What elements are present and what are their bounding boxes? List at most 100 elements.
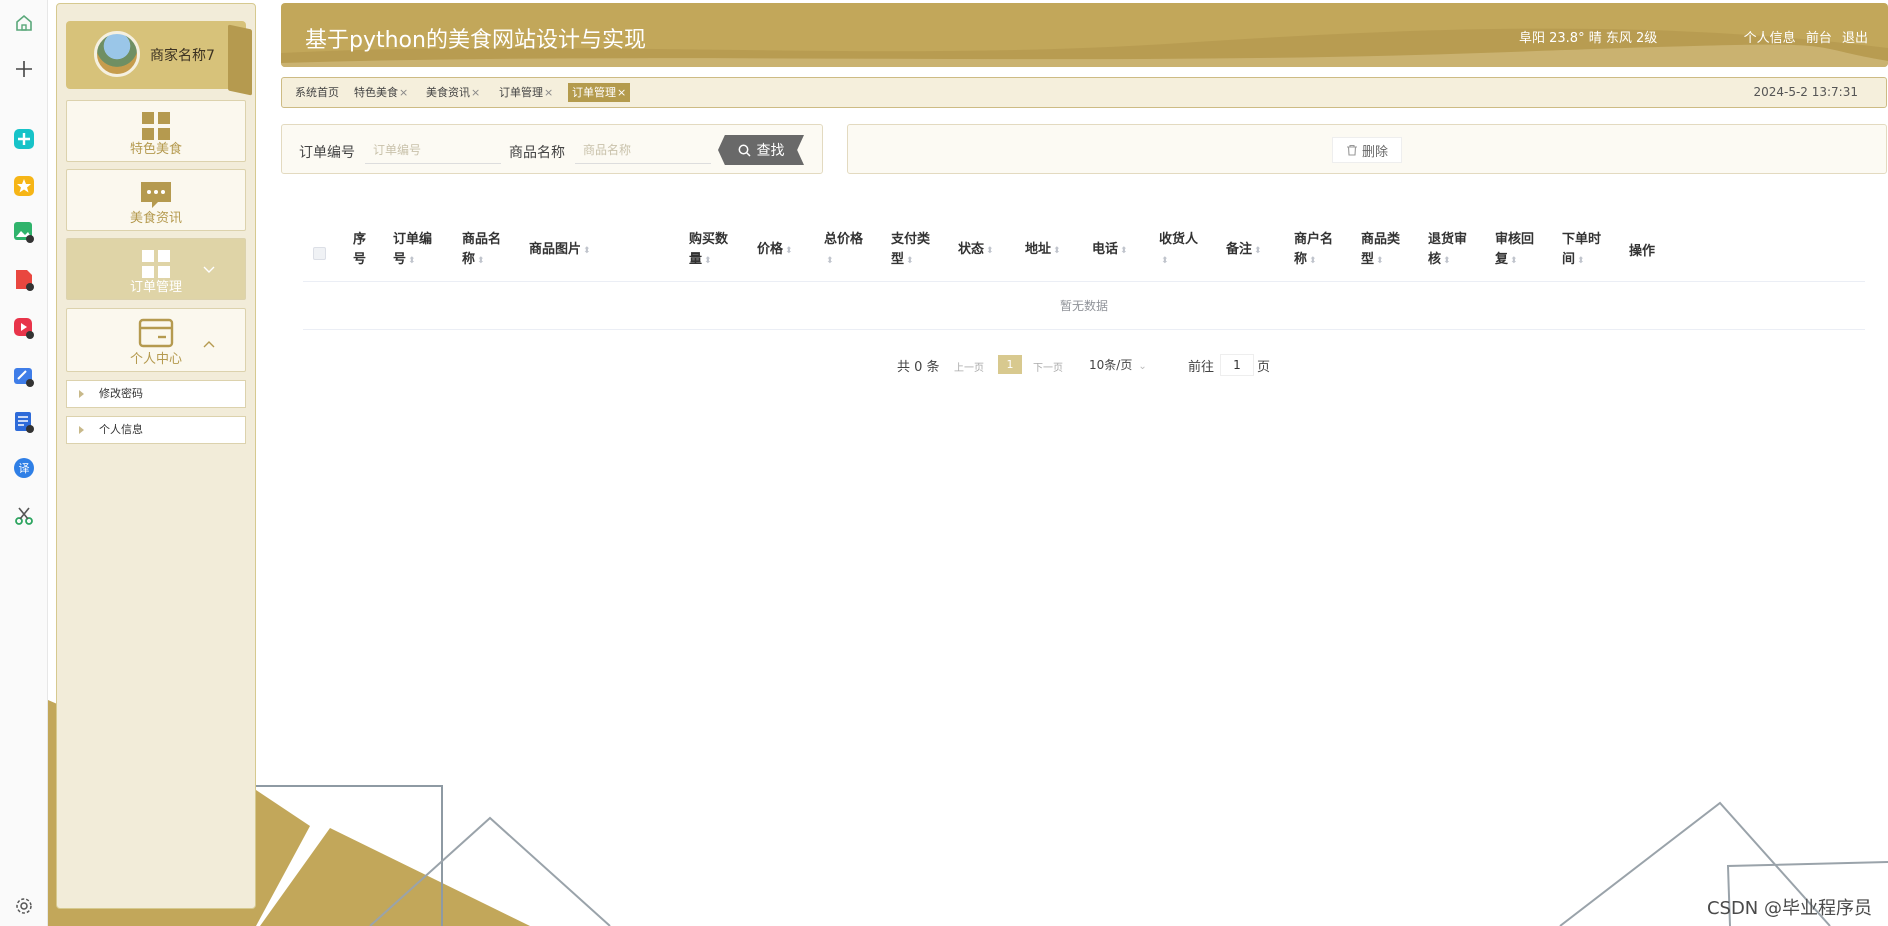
column-header-remark[interactable]: 备注 ⬍ [1226,240,1262,261]
pagination-prev-button[interactable]: 上一页 [954,359,984,379]
sidebar-item-order-management[interactable]: 订单管理 [66,238,246,300]
select-all-checkbox[interactable] [313,247,326,260]
sort-icon[interactable]: ⬍ [906,256,914,266]
column-header-payment-type[interactable]: 支付类 型 ⬍ [891,230,930,271]
tab-food-news[interactable]: 美食资讯× [422,83,484,102]
home-icon[interactable] [12,11,36,35]
video-ai-icon[interactable] [12,316,36,340]
search-panel: 订单编号 商品名称 查找 [281,124,823,174]
table-header: 序 号 订单编 号 ⬍ 商品名 称 ⬍ 商品图片 ⬍ 购买数 量 ⬍ 价格 ⬍ 总价格 ⬍… [303,220,1865,282]
sort-icon[interactable]: ⬍ [1577,256,1585,266]
column-header-address[interactable]: 地址 ⬍ [1025,240,1061,261]
link-logout[interactable]: 退出 [1842,31,1868,46]
sidebar-item-food-news[interactable]: 美食资讯 [66,169,246,231]
tab-label: 美食资讯 [426,86,470,99]
column-header-line: 商品图片 [529,242,582,257]
pagination-page-size-select[interactable]: 10条/页 ⌄ [1089,356,1147,376]
column-header-line: 型 [1361,252,1375,267]
chat-bubble-icon [141,182,171,208]
search-button[interactable]: 查找 [718,135,804,165]
tabs-bar: 系统首页 特色美食× 美食资讯× 订单管理× 订单管理× 2024-5-2 13… [281,77,1887,108]
sort-icon[interactable]: ⬍ [826,256,834,266]
sidebar-item-personal-center[interactable]: 个人中心 [66,308,246,372]
sort-icon[interactable]: ⬍ [986,246,994,256]
column-header-order-no[interactable]: 订单编 号 ⬍ [393,230,432,271]
app-teal-icon[interactable] [12,127,36,151]
pagination-next-button[interactable]: 下一页 [1033,359,1063,379]
pdf-ai-icon[interactable] [12,268,36,292]
orders-table: 序 号 订单编 号 ⬍ 商品名 称 ⬍ 商品图片 ⬍ 购买数 量 ⬍ 价格 ⬍ 总价格 ⬍… [303,220,1865,332]
sort-icon[interactable]: ⬍ [1120,246,1128,256]
sort-icon[interactable]: ⬍ [704,256,712,266]
sidebar-item-featured-food[interactable]: 特色美食 [66,100,246,162]
column-header-review-reply[interactable]: 审核回 复 ⬍ [1495,230,1534,271]
order-no-input[interactable] [365,136,501,164]
column-header-product-name[interactable]: 商品名 称 ⬍ [462,230,501,271]
column-header-line: 审核回 [1495,232,1535,247]
tab-order-management-active[interactable]: 订单管理× [568,83,631,102]
tab-featured-food[interactable]: 特色美食× [350,83,412,102]
close-icon[interactable]: × [399,86,408,99]
header-links: 个人信息 前台 退出 [1738,27,1868,46]
table-empty-row: 暂无数据 [303,282,1865,330]
close-icon[interactable]: × [471,86,480,99]
column-header-status[interactable]: 状态 ⬍ [958,240,994,261]
sort-icon[interactable]: ⬍ [1053,246,1061,256]
column-header-line: 价格 [757,242,784,257]
tab-order-management[interactable]: 订单管理× [495,83,557,102]
sort-icon[interactable]: ⬍ [1376,256,1384,266]
scissors-icon[interactable] [12,504,36,528]
star-icon[interactable] [12,174,36,198]
submenu-change-password[interactable]: 修改密码 [66,380,246,408]
delete-button[interactable]: 删除 [1332,137,1402,163]
sort-icon[interactable]: ⬍ [1161,256,1169,266]
column-header-line: 收货人 [1159,232,1199,247]
column-header-line: 操作 [1629,244,1656,259]
column-header-line: 商品名 [462,232,502,247]
column-header-merchant-name[interactable]: 商户名 称 ⬍ [1294,230,1333,271]
column-header-order-time[interactable]: 下单时 间 ⬍ [1562,230,1601,271]
sort-icon[interactable]: ⬍ [1510,256,1518,266]
column-header-line: 序 [353,232,367,247]
profile-name: 商家名称7 [150,48,215,64]
submenu-personal-info[interactable]: 个人信息 [66,416,246,444]
sort-icon[interactable]: ⬍ [583,246,591,256]
column-header-receiver[interactable]: 收货人 ⬍ [1159,230,1198,271]
sort-icon[interactable]: ⬍ [1443,256,1451,266]
column-header-line: 型 [891,252,905,267]
column-header-line: 商户名 [1294,232,1334,247]
search-button-label: 查找 [756,143,785,159]
tab-home[interactable]: 系统首页 [291,83,343,102]
settings-gear-icon[interactable] [12,894,36,918]
order-no-label: 订单编号 [299,145,355,161]
edit-ai-icon[interactable] [12,364,36,388]
sort-icon[interactable]: ⬍ [408,256,416,266]
link-frontend[interactable]: 前台 [1806,31,1832,46]
doc-ai-icon[interactable] [12,410,36,434]
pagination-page-unit: 页 [1257,360,1271,375]
avatar[interactable] [94,31,140,77]
column-header-product-image[interactable]: 商品图片 ⬍ [529,240,591,261]
image-ai-icon[interactable] [12,220,36,244]
close-icon[interactable]: × [617,86,626,99]
sort-icon[interactable]: ⬍ [1309,256,1317,266]
column-header-price[interactable]: 价格 ⬍ [757,240,793,261]
add-icon[interactable] [12,57,36,81]
sort-icon[interactable]: ⬍ [1254,246,1262,256]
sort-icon[interactable]: ⬍ [477,256,485,266]
column-header-product-type[interactable]: 商品类 型 ⬍ [1361,230,1400,271]
column-header-phone[interactable]: 电话 ⬍ [1092,240,1128,261]
column-header-index: 序 号 [353,230,366,270]
product-name-input[interactable] [575,136,711,164]
sort-icon[interactable]: ⬍ [785,246,793,256]
translate-icon[interactable]: 译 [12,456,36,480]
pagination-goto-input[interactable] [1220,354,1254,376]
column-header-line: 下单时 [1562,232,1602,247]
link-personal-info[interactable]: 个人信息 [1744,31,1796,46]
column-header-total-price[interactable]: 总价格 ⬍ [824,230,863,271]
column-header-quantity[interactable]: 购买数 量 ⬍ [689,230,728,271]
close-icon[interactable]: × [544,86,553,99]
pagination-page-1[interactable]: 1 [998,355,1022,374]
column-header-return-review[interactable]: 退货审 核 ⬍ [1428,230,1467,271]
caret-right-icon [79,426,84,434]
